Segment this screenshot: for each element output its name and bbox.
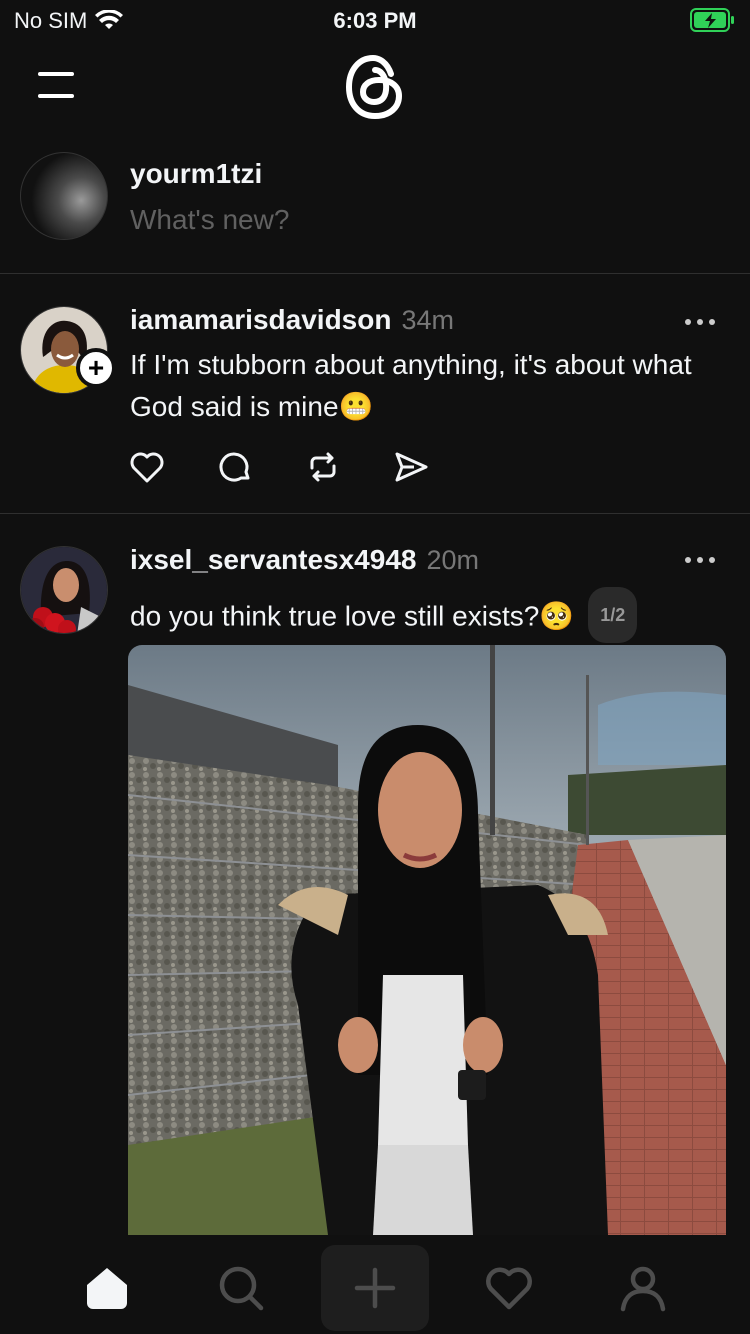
feed-post: ixsel_servantesx4948 20m do you think tr… [0, 530, 750, 1240]
post-text-container: If I'm stubborn about anything, it's abo… [130, 344, 710, 428]
status-time: 6:03 PM [333, 8, 417, 33]
more-options-icon[interactable] [680, 312, 720, 332]
profile-icon [620, 1266, 666, 1312]
carousel-page-indicator: 1/2 [588, 587, 638, 643]
activity-icon [486, 1267, 532, 1310]
tab-search[interactable] [187, 1245, 295, 1331]
home-icon [87, 1268, 127, 1309]
post-time: 34m [401, 305, 454, 335]
post-meta: iamamarisdavidson 34m [130, 304, 454, 336]
share-icon[interactable] [392, 448, 430, 486]
tab-profile[interactable] [589, 1245, 697, 1331]
follow-button[interactable]: + [76, 348, 116, 388]
new-post-composer[interactable]: yourm1tzi What's new? [0, 140, 750, 274]
threads-logo-icon[interactable] [343, 52, 407, 122]
post-emoji: 🥺 [539, 600, 575, 632]
post-text-container: do you think true love still exists?🥺 1/2 [130, 587, 710, 646]
tab-home[interactable] [53, 1245, 161, 1331]
post-image[interactable] [128, 645, 726, 1235]
post-time: 20m [426, 545, 479, 575]
avatar[interactable] [20, 546, 108, 634]
bottom-tab-bar [0, 1235, 750, 1334]
tab-activity[interactable] [455, 1245, 563, 1331]
post-actions [128, 448, 430, 486]
create-icon [354, 1267, 396, 1309]
like-icon[interactable] [128, 448, 166, 486]
post-text: do you think true love still exists? [130, 600, 540, 632]
battery-icon [690, 8, 736, 37]
more-options-icon[interactable] [680, 550, 720, 570]
menu-icon[interactable] [36, 70, 76, 100]
composer-username: yourm1tzi [130, 158, 263, 189]
post-author[interactable]: iamamarisdavidson [130, 304, 391, 336]
search-icon [219, 1266, 264, 1311]
comment-icon[interactable] [216, 448, 254, 486]
post-meta: ixsel_servantesx4948 20m [130, 544, 479, 576]
post-text: If I'm stubborn about anything, it's abo… [130, 349, 692, 422]
avatar[interactable] [20, 152, 108, 240]
post-author[interactable]: ixsel_servantesx4948 [130, 544, 416, 576]
app-header [0, 44, 750, 134]
post-emoji: 😬 [338, 391, 374, 422]
repost-icon[interactable] [304, 448, 342, 486]
feed-post: + iamamarisdavidson 34m If I'm stubborn … [0, 290, 750, 514]
composer-input[interactable]: What's new? [130, 204, 289, 236]
status-bar: No SIM 6:03 PM [0, 0, 750, 44]
tab-create[interactable] [321, 1245, 429, 1331]
